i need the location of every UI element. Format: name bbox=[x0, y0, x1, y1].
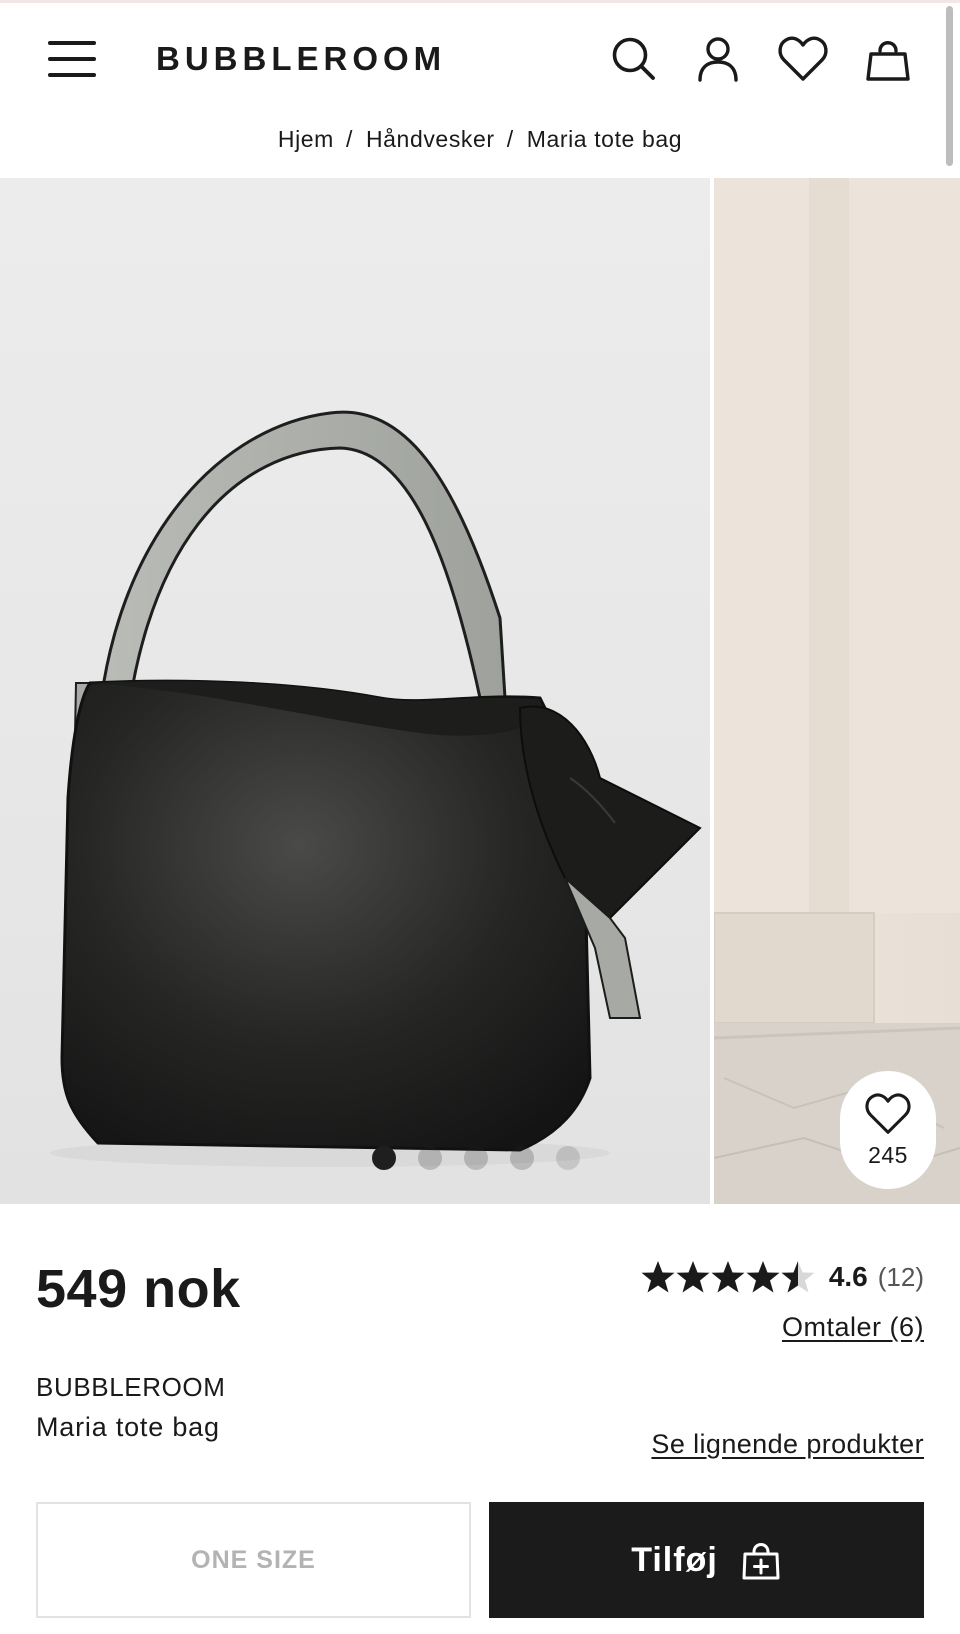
gallery-dot[interactable] bbox=[556, 1146, 580, 1170]
product-rating[interactable]: 4.6 (12) bbox=[641, 1257, 924, 1297]
rating-value: 4.6 bbox=[828, 1261, 868, 1292]
breadcrumb: Hjem / Håndvesker / Maria tote bag bbox=[0, 122, 960, 156]
site-header: BUBBLEROOM bbox=[0, 3, 960, 115]
product-price: 549 nok bbox=[36, 1259, 241, 1319]
bag-icon[interactable] bbox=[860, 31, 916, 87]
tote-bag-illustration bbox=[50, 410, 702, 1167]
product-image-main[interactable] bbox=[0, 178, 710, 1204]
heart-icon[interactable] bbox=[775, 31, 831, 87]
breadcrumb-home[interactable]: Hjem bbox=[278, 126, 334, 153]
breadcrumb-separator: / bbox=[345, 125, 353, 152]
account-icon[interactable] bbox=[690, 31, 746, 87]
similar-products-link[interactable]: Se lignende produkter bbox=[651, 1429, 924, 1460]
rating-count: (12) bbox=[877, 1261, 924, 1292]
product-brand[interactable]: BUBBLEROOM bbox=[36, 1372, 226, 1403]
breadcrumb-separator: / bbox=[506, 125, 514, 152]
bag-plus-icon bbox=[742, 1543, 780, 1580]
size-label: ONE SIZE bbox=[191, 1545, 316, 1574]
brand-logo[interactable]: BUBBLEROOM bbox=[156, 40, 446, 78]
gallery-pagination bbox=[372, 1146, 580, 1170]
breadcrumb-handbags[interactable]: Håndvesker bbox=[366, 126, 495, 153]
product-image-secondary[interactable] bbox=[714, 178, 960, 1204]
breadcrumb-current[interactable]: Maria tote bag bbox=[527, 126, 682, 153]
product-name: Maria tote bag bbox=[36, 1412, 220, 1442]
add-to-cart-button[interactable]: Tilføj bbox=[489, 1502, 924, 1618]
heart-icon bbox=[865, 1092, 911, 1134]
gallery-dot[interactable] bbox=[418, 1146, 442, 1170]
favorite-button[interactable]: 245 bbox=[840, 1071, 936, 1189]
rating-stars bbox=[641, 1259, 817, 1295]
search-icon[interactable] bbox=[606, 31, 662, 87]
gallery-dot[interactable] bbox=[372, 1146, 396, 1170]
lifestyle-photo-backdrop bbox=[714, 178, 960, 1204]
add-to-cart-label: Tilføj bbox=[631, 1540, 718, 1579]
product-gallery[interactable]: 245 bbox=[0, 178, 960, 1204]
reviews-link[interactable]: Omtaler (6) bbox=[782, 1312, 924, 1343]
gallery-dot[interactable] bbox=[464, 1146, 488, 1170]
favorites-count: 245 bbox=[868, 1141, 908, 1168]
gallery-dot[interactable] bbox=[510, 1146, 534, 1170]
menu-icon[interactable] bbox=[48, 37, 96, 81]
stars-icon bbox=[641, 1261, 815, 1293]
size-selector[interactable]: ONE SIZE bbox=[36, 1502, 471, 1618]
